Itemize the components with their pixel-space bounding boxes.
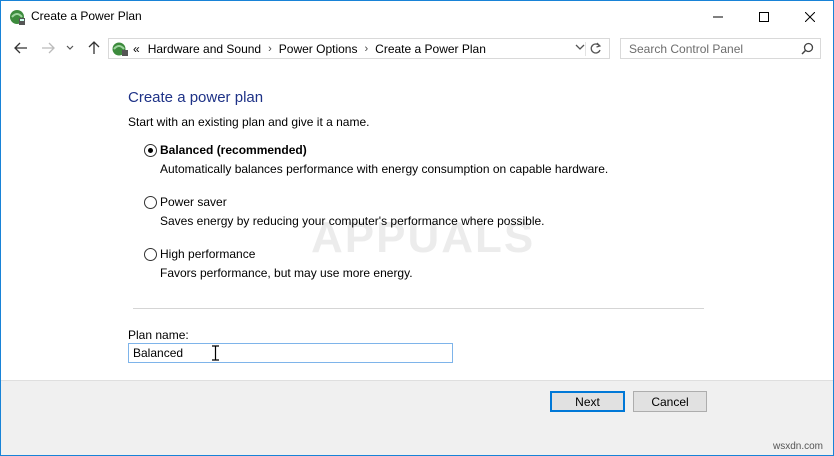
option-description: Automatically balances performance with … (160, 162, 609, 176)
option-label[interactable]: Balanced (recommended) (160, 143, 307, 157)
chevron-down-icon (66, 45, 74, 50)
search-box[interactable] (620, 38, 821, 59)
address-dropdown-icon[interactable] (575, 43, 585, 51)
refresh-button[interactable] (585, 42, 605, 56)
option-label[interactable]: High performance (160, 247, 255, 261)
maximize-button[interactable] (741, 1, 787, 32)
recent-locations-button[interactable] (63, 38, 77, 58)
breadcrumb-create-a-power-plan[interactable]: Create a Power Plan (375, 42, 486, 56)
address-bar[interactable]: « Hardware and Sound › Power Options › C… (108, 38, 610, 59)
divider (133, 308, 704, 309)
refresh-icon (590, 42, 602, 54)
breadcrumb: « Hardware and Sound › Power Options › C… (133, 42, 486, 56)
page-title: Create a power plan (128, 89, 264, 106)
option-description: Favors performance, but may use more ene… (160, 266, 413, 280)
search-input[interactable] (621, 39, 799, 58)
back-button[interactable] (10, 38, 32, 58)
back-arrow-icon (14, 42, 27, 54)
power-options-icon (10, 10, 25, 25)
close-icon (805, 11, 815, 22)
breadcrumb-hardware-and-sound[interactable]: Hardware and Sound (148, 42, 261, 56)
minimize-icon (713, 16, 723, 17)
window-title: Create a Power Plan (31, 9, 142, 23)
text-cursor-icon (212, 345, 219, 361)
breadcrumb-overflow[interactable]: « (133, 42, 140, 56)
option-label[interactable]: Power saver (160, 195, 227, 209)
page-subtitle: Start with an existing plan and give it … (128, 115, 370, 129)
up-arrow-icon (88, 41, 100, 54)
search-icon[interactable] (801, 42, 814, 55)
breadcrumb-power-options[interactable]: Power Options (279, 42, 358, 56)
navigation-bar: « Hardware and Sound › Power Options › C… (1, 32, 833, 65)
breadcrumb-separator[interactable]: › (364, 43, 368, 55)
control-panel-icon (112, 42, 128, 56)
plan-name-label: Plan name: (128, 328, 189, 342)
power-plan-window: Create a Power Plan « Hardware and Sound… (0, 0, 834, 456)
radio-high-performance[interactable] (144, 248, 157, 261)
forward-button[interactable] (37, 38, 59, 58)
cancel-button[interactable]: Cancel (633, 391, 707, 412)
radio-balanced[interactable] (144, 144, 157, 157)
watermark: APPUALS (311, 213, 536, 262)
next-button[interactable]: Next (550, 391, 625, 412)
minimize-button[interactable] (695, 1, 741, 32)
radio-power-saver[interactable] (144, 196, 157, 209)
button-bar: Next Cancel wsxdn.com (1, 380, 833, 455)
maximize-icon (759, 11, 769, 22)
forward-arrow-icon (42, 42, 55, 54)
up-button[interactable] (83, 38, 105, 58)
plan-name-field[interactable] (128, 343, 453, 363)
title-bar: Create a Power Plan (1, 1, 833, 32)
close-button[interactable] (787, 1, 833, 32)
corner-watermark: wsxdn.com (772, 441, 823, 452)
breadcrumb-separator[interactable]: › (268, 43, 272, 55)
